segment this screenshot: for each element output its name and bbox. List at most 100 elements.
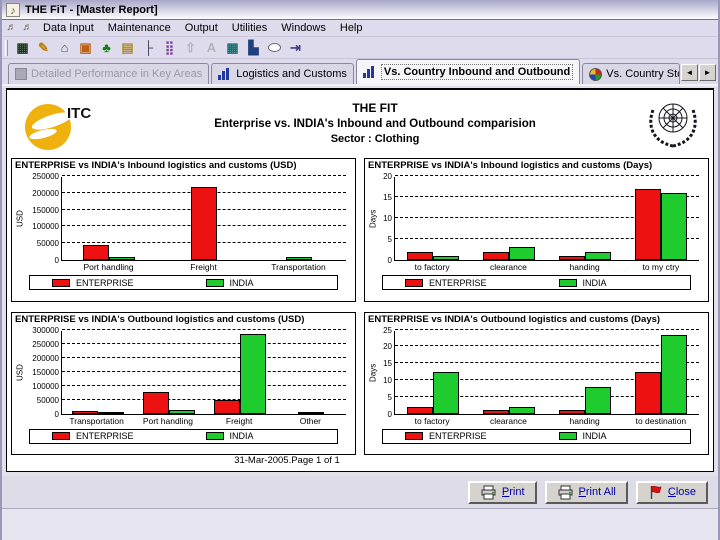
x-category-label: Port handling bbox=[142, 415, 193, 426]
bar-enterprise bbox=[407, 406, 433, 414]
chart-plot-area: USD 0 50000 100000 150000 200000 250000 300000 bbox=[15, 326, 352, 419]
gridline bbox=[395, 328, 699, 330]
y-tick-label: 0 bbox=[54, 256, 59, 265]
x-category-label: to my ctry bbox=[642, 262, 680, 272]
y-tick-label: 10 bbox=[383, 375, 392, 385]
legend-entry-enterprise: ENTERPRISE bbox=[30, 431, 184, 441]
bar-group bbox=[483, 406, 535, 414]
legend-entry-india: INDIA bbox=[537, 278, 691, 288]
menu-utilities[interactable]: Utilities bbox=[225, 21, 274, 35]
chart-2: ENTERPRISE vs INDIA's Outbound logistics… bbox=[11, 311, 356, 455]
legend-swatch bbox=[558, 278, 577, 287]
mdi-child-icon[interactable]: ♬ bbox=[4, 22, 19, 35]
bar-enterprise bbox=[142, 391, 169, 414]
report-sector: Sector : Clothing bbox=[330, 133, 420, 145]
chart-plot-area: Days 0 5 10 15 20 25 bbox=[368, 325, 705, 419]
y-axis-label: USD bbox=[15, 364, 25, 381]
gridline bbox=[62, 356, 346, 358]
toolbar-grip[interactable] bbox=[5, 39, 8, 56]
tab-logistics-and-customs[interactable]: Logistics and Customs bbox=[211, 63, 354, 84]
legend-swatch bbox=[405, 278, 423, 287]
menu-help[interactable]: Help bbox=[333, 21, 370, 35]
mdi-child-icon-2[interactable]: ♬ bbox=[20, 22, 35, 35]
bar-group bbox=[635, 188, 687, 260]
y-tick-label: 25 bbox=[383, 325, 392, 335]
menu-maintenance[interactable]: Maintenance bbox=[101, 21, 178, 35]
tab-vs-country-inbound-and-outbound[interactable]: Vs. Country Inbound and Outbound bbox=[355, 59, 581, 84]
y-axis-label: Days bbox=[368, 363, 378, 382]
chart-title: ENTERPRISE vs INDIA's Outbound logistics… bbox=[15, 313, 305, 325]
tab-label: Detailed Performance in Key Areas bbox=[31, 68, 203, 80]
x-category-label: to factory bbox=[414, 262, 450, 272]
chart-3: ENTERPRISE vs INDIA's Outbound logistics… bbox=[364, 311, 709, 455]
tab-label: Vs. Country Stocks a bbox=[606, 68, 679, 80]
report-grid-icon[interactable]: ▦ bbox=[12, 38, 33, 57]
y-tick-label: 15 bbox=[383, 359, 392, 369]
y-tick-label: 5 bbox=[387, 392, 392, 402]
legend-swatch bbox=[52, 278, 70, 287]
bar-enterprise bbox=[83, 244, 110, 260]
bar-chart-icon bbox=[218, 68, 232, 80]
print-all-button[interactable]: Print All bbox=[544, 480, 628, 504]
x-category-label: clearance bbox=[489, 262, 527, 272]
gridline bbox=[62, 398, 346, 400]
menu-data-input[interactable]: Data Input bbox=[36, 21, 101, 35]
y-tick-label: 150000 bbox=[32, 205, 59, 215]
y-tick-label: 20 bbox=[383, 172, 392, 181]
tree-icon[interactable]: ♣ bbox=[96, 38, 117, 57]
font-icon: A bbox=[206, 40, 217, 55]
close-button[interactable]: Close bbox=[635, 480, 708, 504]
svg-text:ITC: ITC bbox=[67, 105, 91, 122]
legend-swatch bbox=[405, 432, 423, 440]
toolbar: ▦ ✎ ⌂ ▣ ♣ ▤ ├ ⣿ ⇧ A ▦ ▙ ⇥ bbox=[2, 37, 718, 59]
menu-windows[interactable]: Windows bbox=[274, 21, 333, 35]
bar-group bbox=[635, 334, 687, 414]
tab-vs-country-stocks-a[interactable]: Vs. Country Stocks a bbox=[582, 63, 680, 84]
bar-enterprise bbox=[635, 188, 661, 260]
bar-enterprise bbox=[483, 410, 509, 414]
print-button[interactable]: Print bbox=[467, 480, 537, 504]
x-category-label: Freight bbox=[225, 415, 253, 426]
bar-group bbox=[297, 411, 324, 414]
y-tick-label: 250000 bbox=[32, 172, 59, 181]
tab-scroll-left-icon[interactable]: ◄ bbox=[681, 64, 698, 81]
tab-square-icon bbox=[15, 68, 27, 80]
menu-output[interactable]: Output bbox=[178, 21, 225, 35]
exit-icon[interactable]: ⇥ bbox=[285, 38, 306, 57]
charts-grid: ENTERPRISE vs INDIA's Inbound logistics … bbox=[7, 154, 713, 455]
y-axis-label: Days bbox=[368, 209, 378, 229]
window-title: THE FiT - [Master Report] bbox=[25, 3, 158, 16]
plot bbox=[61, 175, 346, 261]
bar-india bbox=[109, 257, 136, 260]
data-entry-icon[interactable]: ✎ bbox=[33, 38, 54, 57]
bar-enterprise bbox=[559, 255, 585, 260]
bar-chart-icon bbox=[362, 66, 377, 78]
bar-enterprise bbox=[213, 399, 240, 414]
bar-india bbox=[661, 334, 687, 414]
y-tick-label: 50000 bbox=[36, 239, 59, 249]
x-labels: Port handling Freight Transportation bbox=[61, 261, 346, 272]
bubble-glyph bbox=[268, 43, 281, 52]
notebook-icon[interactable]: ▤ bbox=[117, 38, 138, 57]
menu-bar: ♬ ♬ Data Input Maintenance Output Utilities… bbox=[2, 20, 718, 37]
chart-title: ENTERPRISE vs INDIA's Outbound logistics… bbox=[368, 313, 661, 325]
report-subtitle: Enterprise vs. INDIA's Inbound and Outbo… bbox=[214, 118, 536, 130]
picture-icon[interactable]: ▣ bbox=[75, 38, 96, 57]
dots-grid-icon[interactable]: ⣿ bbox=[159, 38, 180, 57]
bank-icon[interactable]: ⌂ bbox=[54, 38, 75, 57]
hierarchy-icon[interactable]: ├ bbox=[138, 38, 159, 57]
speech-bubble-icon[interactable] bbox=[264, 38, 285, 57]
y-tick-label: 50000 bbox=[36, 395, 59, 405]
tab-label: Logistics and Customs bbox=[236, 68, 347, 80]
chart-title: ENTERPRISE vs INDIA's Inbound logistics … bbox=[15, 160, 297, 171]
bar-india bbox=[661, 192, 687, 260]
calculator-icon[interactable]: ▦ bbox=[222, 38, 243, 57]
tab-scroll-right-icon[interactable]: ► bbox=[699, 64, 716, 81]
y-ticks: 0 5 10 15 20 bbox=[378, 172, 394, 265]
legend-swatch bbox=[558, 432, 577, 440]
y-tick-label: 0 bbox=[387, 409, 392, 419]
gridline bbox=[62, 328, 346, 330]
gridline bbox=[62, 342, 346, 344]
bar-enterprise bbox=[191, 186, 217, 260]
chart-edit-icon[interactable]: ▙ bbox=[243, 38, 264, 57]
